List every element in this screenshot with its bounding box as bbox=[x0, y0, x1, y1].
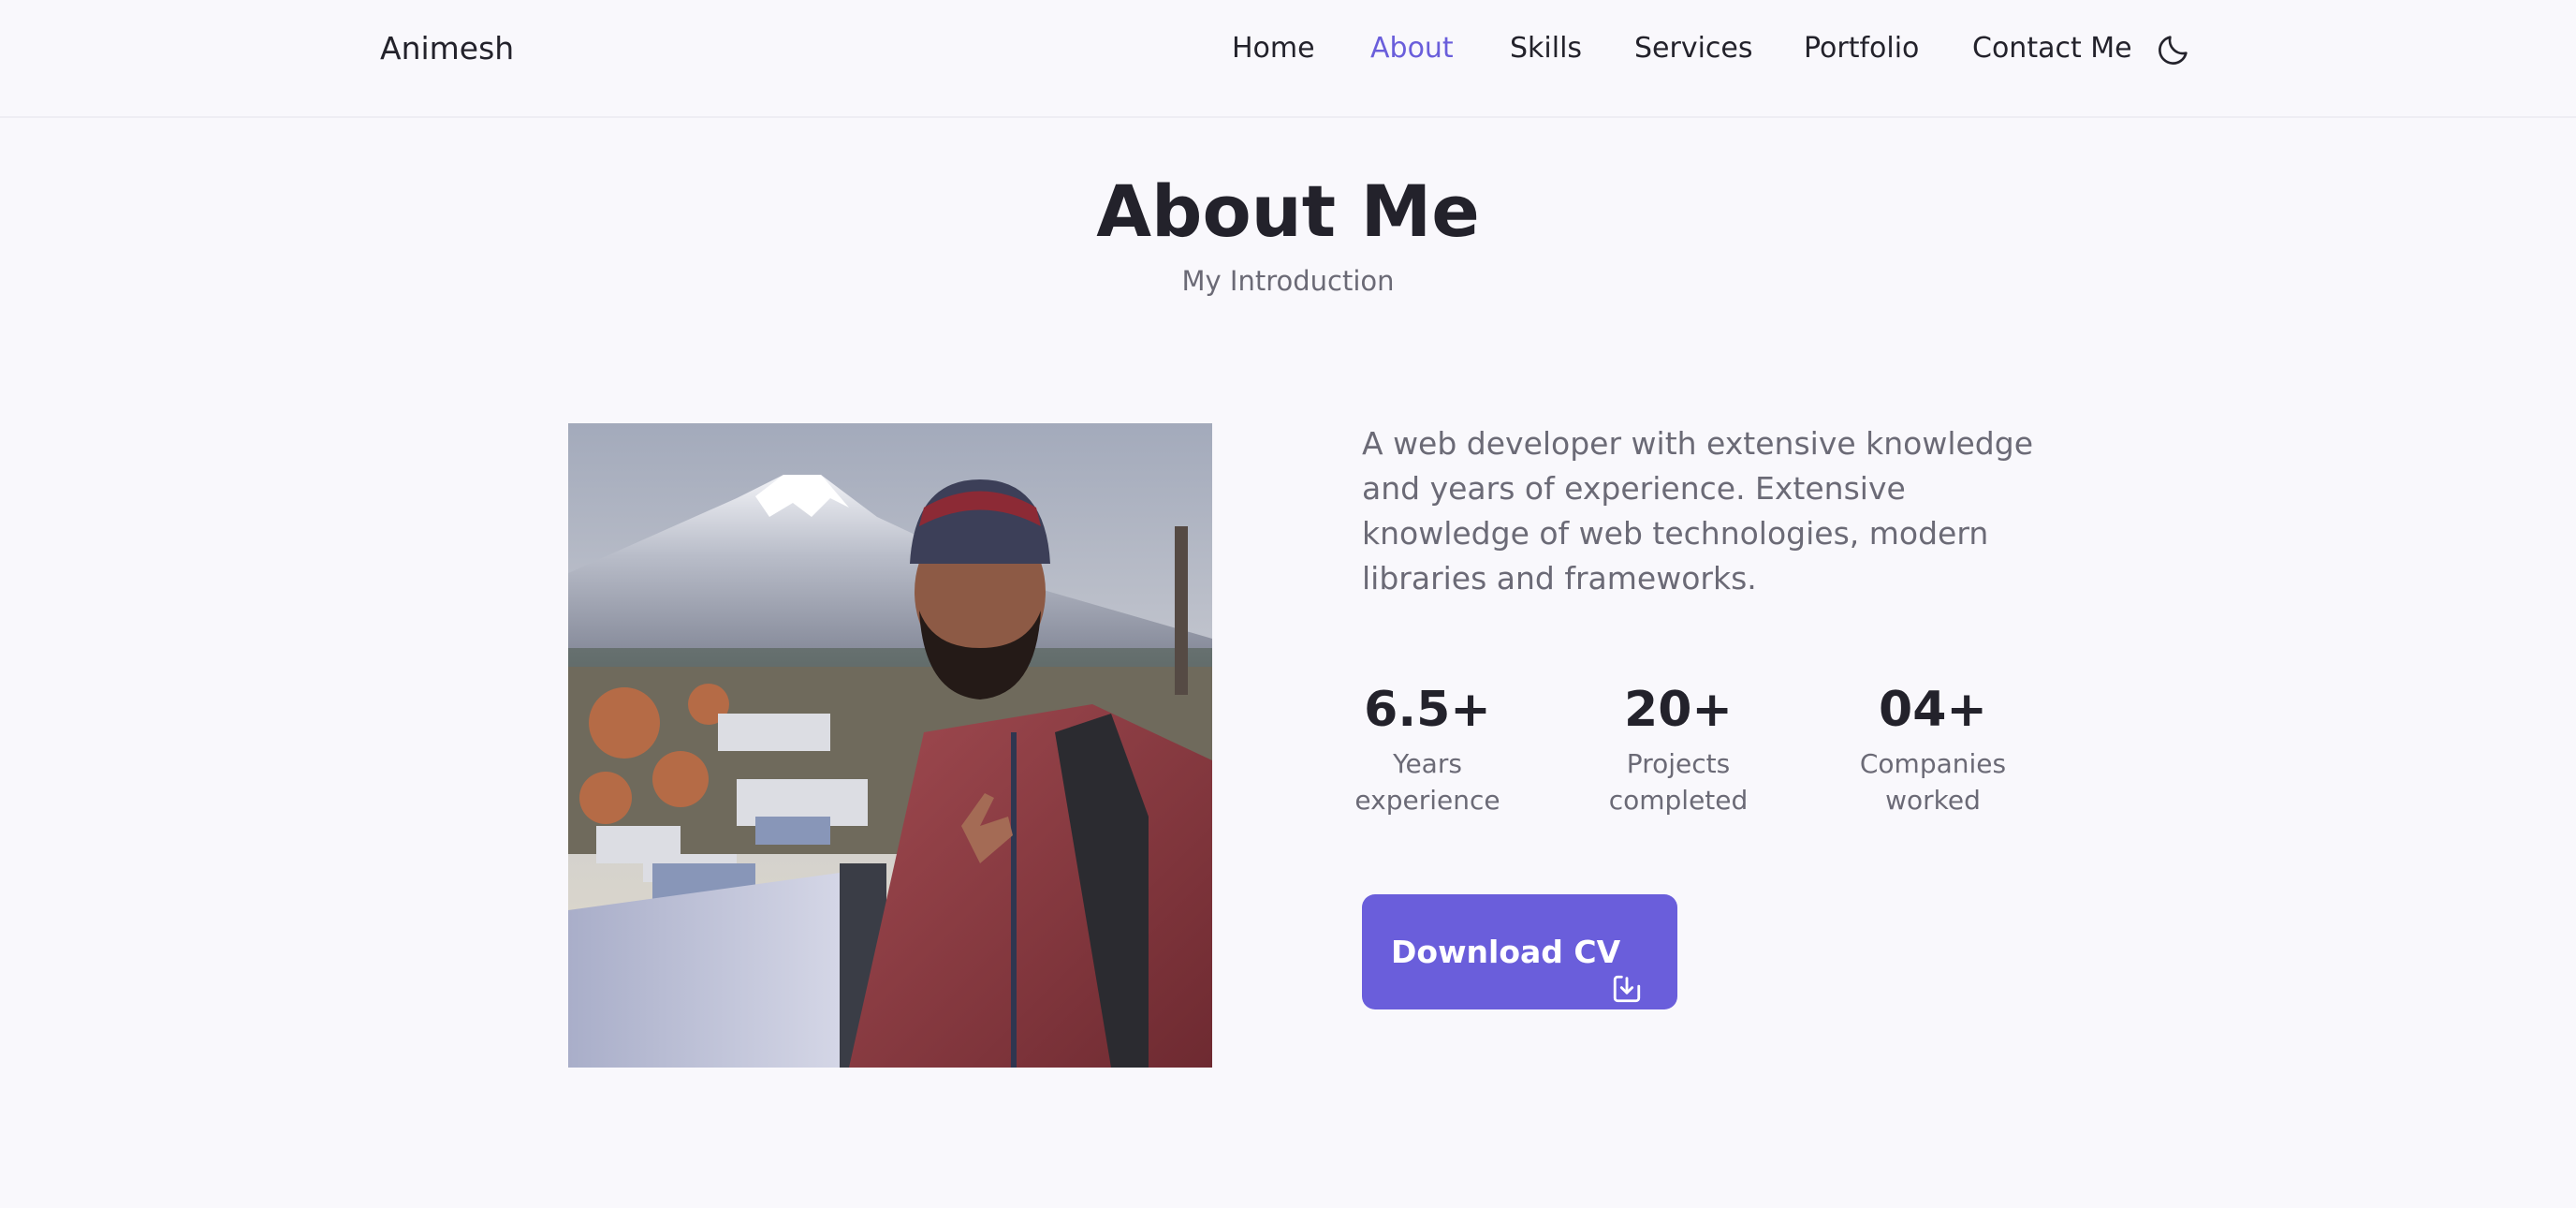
nav-link-portfolio[interactable]: Portfolio bbox=[1804, 28, 1919, 69]
nav-link-about[interactable]: About bbox=[1370, 28, 1454, 69]
site-header: Animesh Home About Skills Services Portf… bbox=[0, 0, 2576, 118]
stat-projects: 20+ Projects completed bbox=[1575, 676, 1781, 818]
stat-companies: 04+ Companies worked bbox=[1830, 676, 2036, 818]
section-title: About Me bbox=[1096, 169, 1480, 253]
nav-link-services[interactable]: Services bbox=[1634, 28, 1753, 69]
download-cv-label: Download CV bbox=[1391, 934, 1621, 970]
stat-value: 04+ bbox=[1879, 682, 1987, 738]
stat-label: Projects completed bbox=[1608, 748, 1749, 816]
about-description: A web developer with extensive knowledge… bbox=[1362, 425, 2034, 597]
stat-label: Years experience bbox=[1354, 748, 1500, 816]
download-icon bbox=[1611, 936, 1643, 1003]
stat-label: Companies worked bbox=[1859, 748, 2007, 816]
nav-link-skills[interactable]: Skills bbox=[1510, 28, 1582, 69]
nav-link-contact[interactable]: Contact Me bbox=[1972, 28, 2132, 69]
site-logo[interactable]: Animesh bbox=[380, 28, 514, 69]
stat-years: 6.5+ Years experience bbox=[1325, 676, 1530, 818]
nav-link-home[interactable]: Home bbox=[1232, 28, 1315, 69]
stat-value: 6.5+ bbox=[1364, 682, 1491, 738]
moon-icon[interactable] bbox=[2155, 31, 2192, 68]
download-cv-button[interactable]: Download CV bbox=[1362, 894, 1677, 1009]
profile-photo bbox=[568, 423, 1212, 1068]
stat-value: 20+ bbox=[1624, 682, 1733, 738]
section-subtitle: My Introduction bbox=[1181, 265, 1395, 297]
